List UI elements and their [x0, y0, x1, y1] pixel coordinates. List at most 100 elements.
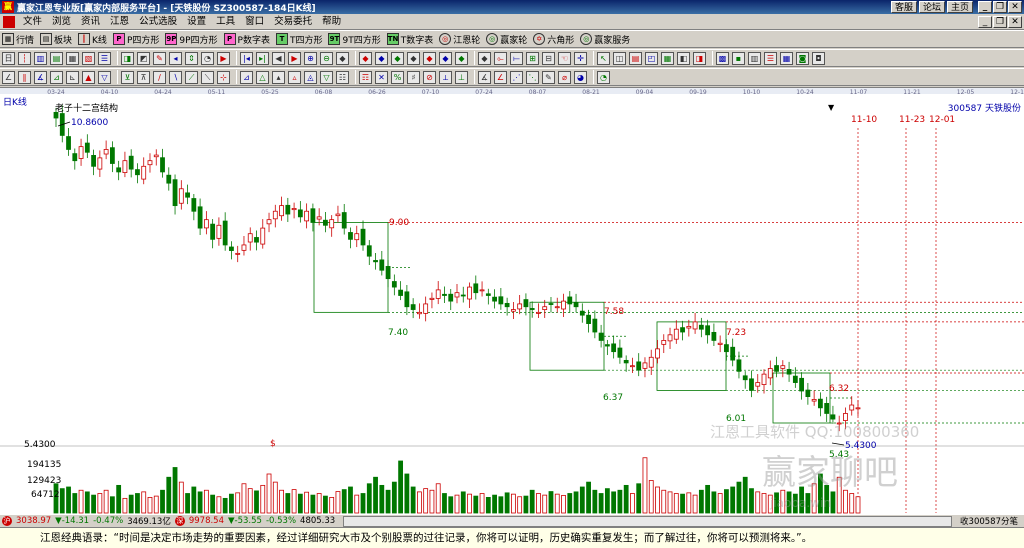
- t-table-button[interactable]: TN T数字表: [386, 32, 433, 47]
- drawing-tool-17-icon[interactable]: ◀: [272, 51, 285, 65]
- drawing-tool-34-icon[interactable]: ☜: [558, 51, 571, 65]
- kline-chart[interactable]: 03-24 04-10 04-24 05-11 05-25 06-08 06-26 07-10…: [0, 87, 1024, 514]
- close-button[interactable]: ✕: [1008, 1, 1022, 13]
- menu-tools[interactable]: 工具: [211, 15, 240, 29]
- p-table-button[interactable]: P P数字表: [223, 32, 270, 47]
- drawing-tool-39-icon[interactable]: ◰: [645, 51, 658, 65]
- drawing-tool-21-icon[interactable]: ◆: [336, 51, 349, 65]
- drawing-tool-28-icon[interactable]: ◆: [455, 51, 468, 65]
- analysis-tool-35-icon[interactable]: ◕: [574, 70, 587, 84]
- analysis-tool-34-icon[interactable]: ⌀: [558, 70, 571, 84]
- menu-gann[interactable]: 江恩: [105, 15, 134, 29]
- drawing-tool-49-icon[interactable]: ◘: [812, 51, 825, 65]
- analysis-tool-17-icon[interactable]: ▴: [272, 70, 285, 84]
- drawing-tool-31-icon[interactable]: ⟝: [510, 51, 523, 65]
- drawing-tool-33-icon[interactable]: ⊟: [542, 51, 555, 65]
- analysis-tool-29-icon[interactable]: ∡: [478, 70, 491, 84]
- analysis-tool-4-icon[interactable]: ⊿: [50, 70, 63, 84]
- drawing-tool-37-icon[interactable]: ◫: [613, 51, 626, 65]
- menu-browse[interactable]: 浏览: [47, 15, 76, 29]
- analysis-tool-32-icon[interactable]: ⋱: [526, 70, 539, 84]
- 9t-square-button[interactable]: 9T 9T四方形: [328, 32, 381, 47]
- drawing-tool-12-icon[interactable]: ⇕: [185, 51, 198, 65]
- homepage-link[interactable]: 主页: [946, 1, 973, 13]
- analysis-tool-20-icon[interactable]: ▽: [320, 70, 333, 84]
- child-restore-button[interactable]: ❐: [993, 15, 1007, 28]
- analysis-tool-11-icon[interactable]: ∖: [169, 70, 182, 84]
- analysis-tool-12-icon[interactable]: ⟋: [185, 70, 198, 84]
- drawing-tool-27-icon[interactable]: ◆: [439, 51, 452, 65]
- analysis-tool-33-icon[interactable]: ✎: [542, 70, 555, 84]
- drawing-tool-4-icon[interactable]: ▤: [50, 51, 63, 65]
- menu-help[interactable]: 帮助: [317, 15, 346, 29]
- drawing-tool-6-icon[interactable]: ▧: [82, 51, 95, 65]
- drawing-tool-45-icon[interactable]: ▥: [748, 51, 761, 65]
- analysis-tool-16-icon[interactable]: △: [256, 70, 269, 84]
- service-link[interactable]: 客服: [890, 1, 917, 13]
- drawing-tool-42-icon[interactable]: ◨: [693, 51, 706, 65]
- analysis-tool-7-icon[interactable]: ▽: [98, 70, 111, 84]
- analysis-tool-14-icon[interactable]: ⊹: [217, 70, 230, 84]
- analysis-tool-25-icon[interactable]: ♯: [407, 70, 420, 84]
- drawing-tool-18-icon[interactable]: ▶: [288, 51, 301, 65]
- analysis-tool-22-icon[interactable]: ☶: [359, 70, 372, 84]
- kline-button[interactable]: ┃ K线: [78, 32, 107, 47]
- drawing-tool-10-icon[interactable]: ✎: [153, 51, 166, 65]
- drawing-tool-22-icon[interactable]: ◆: [359, 51, 372, 65]
- drawing-tool-11-icon[interactable]: ◂: [169, 51, 182, 65]
- drawing-tool-1-icon[interactable]: 日: [2, 51, 15, 65]
- analysis-tool-15-icon[interactable]: ⊿: [240, 70, 253, 84]
- drawing-tool-24-icon[interactable]: ◆: [391, 51, 404, 65]
- child-minimize-button[interactable]: _: [978, 15, 992, 28]
- gann-wheel-button[interactable]: ◎ 江恩轮: [439, 32, 480, 47]
- drawing-tool-38-icon[interactable]: ▤: [629, 51, 642, 65]
- winner-service-button[interactable]: ◎ 赢家服务: [580, 32, 630, 47]
- drawing-tool-32-icon[interactable]: ⊞: [526, 51, 539, 65]
- analysis-tool-21-icon[interactable]: ☷: [336, 70, 349, 84]
- analysis-tool-8-icon[interactable]: ⊻: [121, 70, 134, 84]
- analysis-tool-1-icon[interactable]: ∠: [2, 70, 15, 84]
- drawing-tool-29-icon[interactable]: ◆: [478, 51, 491, 65]
- shanghai-index-icon[interactable]: 沪: [2, 516, 12, 526]
- analysis-tool-10-icon[interactable]: ∕: [153, 70, 166, 84]
- drawing-tool-9-icon[interactable]: ◩: [137, 51, 150, 65]
- analysis-tool-2-icon[interactable]: ∥: [18, 70, 31, 84]
- analysis-tool-31-icon[interactable]: ⋰: [510, 70, 523, 84]
- analysis-tool-9-icon[interactable]: ⊼: [137, 70, 150, 84]
- drawing-tool-20-icon[interactable]: ⊖: [320, 51, 333, 65]
- menu-formula[interactable]: 公式选股: [134, 15, 182, 29]
- analysis-tool-23-icon[interactable]: ✕: [375, 70, 388, 84]
- drawing-tool-2-icon[interactable]: ┆: [18, 51, 31, 65]
- analysis-tool-36-icon[interactable]: ◔: [597, 70, 610, 84]
- drawing-tool-36-icon[interactable]: ↖: [597, 51, 610, 65]
- menu-file[interactable]: 文件: [18, 15, 47, 29]
- drawing-tool-30-icon[interactable]: ⟜: [494, 51, 507, 65]
- drawing-tool-19-icon[interactable]: ⊕: [304, 51, 317, 65]
- hexagon-button[interactable]: ✡ 六角形: [533, 32, 574, 47]
- drawing-tool-26-icon[interactable]: ◆: [423, 51, 436, 65]
- drawing-tool-35-icon[interactable]: ✛: [574, 51, 587, 65]
- analysis-tool-13-icon[interactable]: ⟍: [201, 70, 214, 84]
- menu-window[interactable]: 窗口: [240, 15, 269, 29]
- analysis-tool-26-icon[interactable]: ⊘: [423, 70, 436, 84]
- drawing-tool-46-icon[interactable]: ☰: [764, 51, 777, 65]
- drawing-tool-44-icon[interactable]: ▪: [732, 51, 745, 65]
- drawing-tool-23-icon[interactable]: ◆: [375, 51, 388, 65]
- child-close-button[interactable]: ✕: [1008, 15, 1022, 28]
- analysis-tool-5-icon[interactable]: ⊾: [66, 70, 79, 84]
- forum-link[interactable]: 论坛: [918, 1, 945, 13]
- analysis-tool-24-icon[interactable]: %: [391, 70, 404, 84]
- minimize-button[interactable]: _: [978, 1, 992, 13]
- drawing-tool-13-icon[interactable]: ◔: [201, 51, 214, 65]
- horizontal-scrollbar[interactable]: [343, 515, 953, 527]
- analysis-tool-6-icon[interactable]: ▲: [82, 70, 95, 84]
- drawing-tool-3-icon[interactable]: ▥: [34, 51, 47, 65]
- drawing-tool-41-icon[interactable]: ◧: [677, 51, 690, 65]
- menu-info[interactable]: 资讯: [76, 15, 105, 29]
- restore-button[interactable]: ❐: [993, 1, 1007, 13]
- winner-wheel-button[interactable]: ◎ 赢家轮: [486, 32, 527, 47]
- analysis-tool-28-icon[interactable]: ⊥: [455, 70, 468, 84]
- drawing-tool-5-icon[interactable]: ▦: [66, 51, 79, 65]
- tick-detail-label[interactable]: 收300587分笔: [958, 515, 1020, 527]
- drawing-tool-7-icon[interactable]: ☰: [98, 51, 111, 65]
